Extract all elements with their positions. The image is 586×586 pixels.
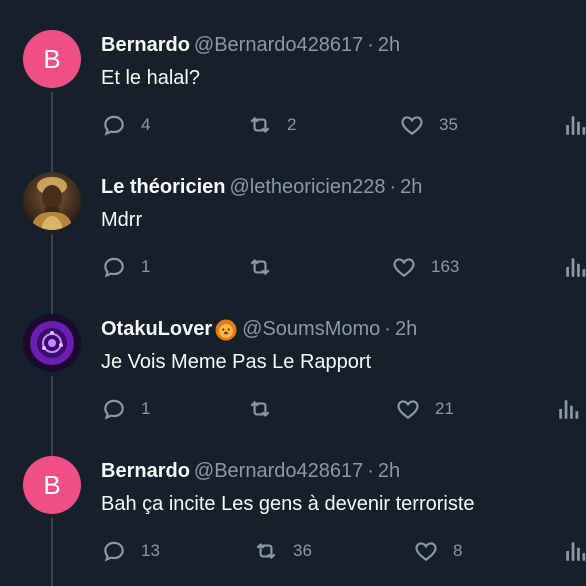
reply-button[interactable]: 1 [101, 254, 150, 280]
timestamp[interactable]: 2h [395, 318, 417, 341]
user-handle[interactable]: @SoumsMomo [242, 318, 380, 341]
like-button[interactable]: 163 [391, 254, 459, 280]
tweet-actions: 4 2 35 [101, 112, 586, 140]
avatar[interactable] [23, 314, 81, 372]
like-icon [415, 542, 437, 561]
tweet[interactable]: B Bernardo @Bernardo428617 · 2h Et le ha… [0, 0, 586, 142]
tweet-text: Et le halal? [101, 67, 200, 89]
tweet-header: Le théoricien @letheoricien228 · 2h [101, 176, 422, 199]
thread-line [51, 518, 53, 586]
thread-line [51, 92, 53, 142]
separator-dot: · [384, 318, 391, 340]
avatar-letter: B [43, 469, 61, 500]
display-name[interactable]: OtakuLover [101, 318, 212, 341]
like-count: 8 [453, 541, 463, 560]
retweet-button[interactable]: 36 [253, 538, 312, 564]
tweet[interactable]: Le théoricien @letheoricien228 · 2h Mdrr… [0, 142, 586, 284]
reply-count: 13 [141, 541, 160, 560]
retweet-count: 36 [293, 541, 312, 560]
avatar[interactable]: B [23, 456, 81, 514]
avatar-letter: B [43, 43, 61, 74]
lion-emoji-icon [215, 319, 237, 340]
retweet-button[interactable]: 2 [247, 112, 296, 138]
reply-icon [104, 115, 124, 136]
views-icon [566, 258, 586, 277]
avatar[interactable]: B [23, 30, 81, 88]
tweet-actions: 13 36 8 [101, 538, 586, 566]
tweet[interactable]: B Bernardo @Bernardo428617 · 2h Bah ça i… [0, 426, 586, 586]
views-button[interactable] [563, 254, 586, 280]
views-icon [566, 542, 586, 561]
views-button[interactable] [563, 112, 586, 138]
views-icon [566, 116, 586, 135]
reply-button[interactable]: 4 [101, 112, 150, 138]
retweet-icon [250, 400, 270, 418]
separator-dot: · [367, 460, 374, 482]
like-icon [393, 258, 415, 277]
user-handle[interactable]: @letheoricien228 [229, 176, 385, 199]
tweet-text: Mdrr [101, 209, 143, 231]
reply-count: 1 [141, 399, 151, 418]
display-name[interactable]: Bernardo [101, 460, 190, 483]
like-button[interactable]: 21 [395, 396, 454, 422]
separator-dot: · [367, 34, 374, 56]
like-button[interactable]: 8 [413, 538, 462, 564]
tweet[interactable]: OtakuLover @SoumsMomo · 2h Je Vois Meme … [0, 284, 586, 426]
user-handle[interactable]: @Bernardo428617 [194, 460, 363, 483]
reply-button[interactable]: 1 [101, 396, 150, 422]
like-count: 35 [439, 115, 458, 134]
tweet-header: Bernardo @Bernardo428617 · 2h [101, 460, 400, 483]
retweet-icon [250, 258, 270, 276]
thread-line [51, 426, 53, 456]
thread-line [51, 234, 53, 284]
retweet-icon [256, 542, 276, 560]
timestamp[interactable]: 2h [378, 460, 400, 483]
views-icon [559, 400, 579, 419]
timestamp[interactable]: 2h [400, 176, 422, 199]
retweet-button[interactable] [247, 396, 287, 422]
portrait-avatar-image [23, 172, 81, 230]
tweet-actions: 1 163 [101, 254, 586, 282]
avatar[interactable] [23, 172, 81, 230]
reply-button[interactable]: 13 [101, 538, 160, 564]
separator-dot: · [389, 176, 397, 198]
reply-icon [104, 257, 124, 278]
like-icon [401, 116, 423, 135]
retweet-button[interactable] [247, 254, 287, 280]
retweet-icon [250, 116, 270, 134]
tweet-text: Je Vois Meme Pas Le Rapport [101, 351, 372, 373]
reply-count: 4 [141, 115, 151, 134]
views-button[interactable] [556, 396, 582, 422]
tweet-text: Bah ça incite Les gens à devenir terrori… [101, 493, 475, 515]
like-count: 163 [431, 257, 460, 276]
tweet-header: Bernardo @Bernardo428617 · 2h [101, 34, 400, 57]
thread-line [51, 284, 53, 314]
thread-line [51, 142, 53, 172]
retweet-count: 2 [287, 115, 297, 134]
display-name[interactable]: Bernardo [101, 34, 190, 57]
reply-icon [104, 541, 124, 562]
like-button[interactable]: 35 [399, 112, 458, 138]
user-handle[interactable]: @Bernardo428617 [194, 34, 363, 57]
timestamp[interactable]: 2h [378, 34, 400, 57]
like-count: 21 [435, 399, 454, 418]
display-name[interactable]: Le théoricien [101, 176, 225, 199]
thread-line [51, 376, 53, 426]
reply-icon [104, 399, 124, 420]
purple-eye-avatar-image [23, 314, 81, 372]
tweet-actions: 1 21 [101, 396, 586, 424]
conversation-thread: B Bernardo @Bernardo428617 · 2h Et le ha… [0, 0, 586, 586]
reply-count: 1 [141, 257, 151, 276]
like-icon [397, 400, 419, 419]
tweet-header: OtakuLover @SoumsMomo · 2h [101, 318, 417, 341]
views-button[interactable] [563, 538, 586, 564]
